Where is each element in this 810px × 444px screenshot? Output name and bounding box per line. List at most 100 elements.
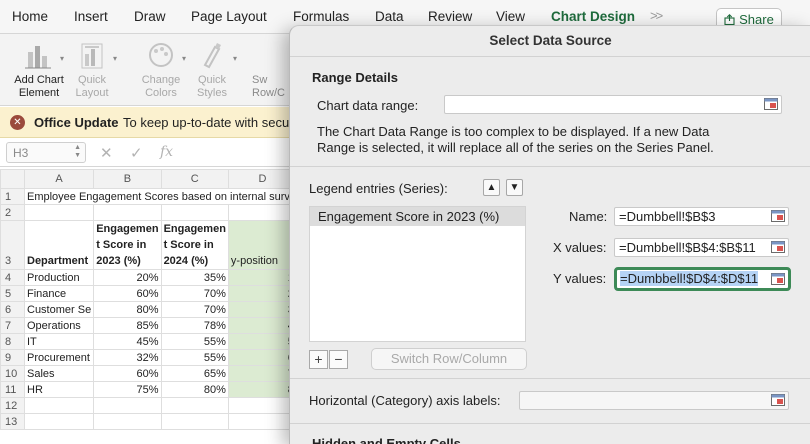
cell[interactable]: 32%: [93, 349, 162, 366]
x-values-field[interactable]: =Dumbbell!$B$4:$B$11: [614, 238, 789, 257]
column-header[interactable]: C: [160, 169, 229, 189]
cell[interactable]: Production: [23, 269, 95, 286]
cell[interactable]: 7: [227, 365, 297, 382]
range-selector-icon[interactable]: [771, 241, 785, 253]
quick-layout-button[interactable]: ▾ Quick Layout: [64, 40, 120, 100]
more-tabs-icon[interactable]: >>: [650, 8, 663, 23]
header-cell[interactable]: y-position: [227, 220, 297, 270]
tab-formulas[interactable]: Formulas: [293, 9, 349, 24]
cell[interactable]: [23, 413, 95, 430]
cell[interactable]: [23, 204, 95, 221]
remove-series-button[interactable]: −: [329, 350, 348, 369]
tab-review[interactable]: Review: [428, 9, 472, 24]
column-header[interactable]: B: [93, 169, 162, 189]
cell[interactable]: 55%: [160, 333, 229, 350]
move-up-arrow-icon[interactable]: ▲: [483, 179, 500, 196]
row-number[interactable]: 11: [0, 381, 25, 398]
tab-data[interactable]: Data: [375, 9, 404, 24]
range-selector-icon[interactable]: [771, 210, 785, 222]
series-list[interactable]: Engagement Score in 2023 (%): [309, 206, 526, 342]
tab-draw[interactable]: Draw: [134, 9, 166, 24]
range-selector-icon[interactable]: [771, 394, 785, 406]
select-all-corner[interactable]: [0, 169, 25, 189]
move-down-arrow-icon[interactable]: ▼: [506, 179, 523, 196]
tab-chart-design[interactable]: Chart Design: [551, 9, 636, 33]
cell[interactable]: [227, 413, 297, 430]
cell[interactable]: [160, 204, 229, 221]
row-number[interactable]: 12: [0, 397, 25, 414]
cell[interactable]: 55%: [160, 349, 229, 366]
tab-view[interactable]: View: [496, 9, 525, 24]
range-selector-icon[interactable]: [764, 98, 778, 110]
header-cell[interactable]: Engagemen t Score in 2023 (%): [93, 220, 162, 270]
cell[interactable]: 8: [227, 381, 297, 398]
cell[interactable]: 78%: [160, 317, 229, 334]
row-number[interactable]: 1: [0, 188, 25, 205]
cell[interactable]: 1: [227, 269, 297, 286]
add-chart-element-button[interactable]: ▾ Add Chart Element: [11, 40, 67, 100]
cell[interactable]: [23, 397, 95, 414]
cell[interactable]: 20%: [93, 269, 162, 286]
tab-home[interactable]: Home: [12, 9, 48, 24]
list-item[interactable]: Engagement Score in 2023 (%): [310, 207, 525, 226]
cell[interactable]: [93, 397, 162, 414]
cell[interactable]: 3: [227, 301, 297, 318]
row-number[interactable]: 7: [0, 317, 25, 334]
name-box[interactable]: H3 ▲ ▼: [6, 142, 86, 163]
cell[interactable]: [160, 413, 229, 430]
header-cell[interactable]: Engagemen t Score in 2024 (%): [160, 220, 229, 270]
cell[interactable]: 80%: [93, 301, 162, 318]
cell[interactable]: 35%: [160, 269, 229, 286]
series-name-field[interactable]: =Dumbbell!$B$3: [614, 207, 789, 226]
cell[interactable]: 6: [227, 349, 297, 366]
cell[interactable]: 70%: [160, 301, 229, 318]
column-header[interactable]: D: [227, 169, 297, 189]
cell[interactable]: 60%: [93, 365, 162, 382]
range-selector-icon[interactable]: [771, 273, 785, 285]
cell[interactable]: 75%: [93, 381, 162, 398]
confirm-icon[interactable]: ✓: [130, 144, 143, 162]
cell[interactable]: [227, 204, 297, 221]
cell[interactable]: Finance: [23, 285, 95, 302]
add-series-button[interactable]: +: [309, 350, 328, 369]
cell[interactable]: 65%: [160, 365, 229, 382]
chart-data-range-field[interactable]: [444, 95, 782, 114]
cell[interactable]: 4: [227, 317, 297, 334]
cell[interactable]: 85%: [93, 317, 162, 334]
cell[interactable]: 2: [227, 285, 297, 302]
cell[interactable]: Customer Se: [23, 301, 95, 318]
cell[interactable]: [227, 397, 297, 414]
row-number[interactable]: 4: [0, 269, 25, 286]
cell[interactable]: 45%: [93, 333, 162, 350]
row-number[interactable]: 2: [0, 204, 25, 221]
quick-styles-button[interactable]: ▾ Quick Styles: [184, 40, 240, 100]
close-circle-icon[interactable]: ✕: [10, 115, 25, 130]
header-cell[interactable]: Department: [23, 220, 95, 270]
cell[interactable]: Procurement: [23, 349, 95, 366]
cell[interactable]: 80%: [160, 381, 229, 398]
function-icon[interactable]: fx: [160, 144, 173, 160]
row-number[interactable]: 5: [0, 285, 25, 302]
cell[interactable]: Operations: [23, 317, 95, 334]
cell[interactable]: IT: [23, 333, 95, 350]
cell[interactable]: 5: [227, 333, 297, 350]
row-number[interactable]: 9: [0, 349, 25, 366]
switch-row-column-button[interactable]: Switch Row/Column: [371, 348, 527, 370]
y-values-field[interactable]: =Dumbbell!$D$4:$D$11: [614, 267, 791, 291]
cell[interactable]: [160, 397, 229, 414]
tab-insert[interactable]: Insert: [74, 9, 108, 24]
column-header[interactable]: A: [23, 169, 95, 189]
row-number[interactable]: 3: [0, 220, 25, 270]
cell[interactable]: HR: [23, 381, 95, 398]
cell[interactable]: 60%: [93, 285, 162, 302]
switch-row-column-ribbon-button[interactable]: Sw Row/C: [252, 40, 290, 100]
cell[interactable]: [93, 204, 162, 221]
row-number[interactable]: 13: [0, 413, 25, 430]
cell[interactable]: Sales: [23, 365, 95, 382]
change-colors-button[interactable]: ▾ Change Colors: [133, 40, 189, 100]
cell[interactable]: [93, 413, 162, 430]
row-number[interactable]: 6: [0, 301, 25, 318]
horizontal-axis-labels-field[interactable]: [519, 391, 789, 410]
tab-page-layout[interactable]: Page Layout: [191, 9, 267, 24]
cancel-icon[interactable]: ✕: [100, 144, 113, 162]
